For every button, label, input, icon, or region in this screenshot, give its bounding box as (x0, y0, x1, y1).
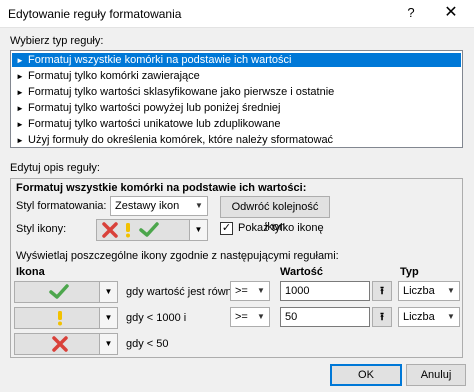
rule-type-item[interactable]: ► Formatuj tylko wartości powyżej lub pon… (12, 101, 461, 115)
chevron-down-icon: ▼ (99, 308, 117, 328)
ok-button[interactable]: OK (330, 364, 402, 386)
value-input-row-1[interactable]: 1000 (280, 281, 370, 301)
chevron-down-icon: ▼ (442, 308, 459, 326)
chevron-down-icon: ▼ (252, 282, 269, 300)
format-style-label: Styl formatowania: (16, 200, 107, 212)
rule-type-item[interactable]: ► Formatuj wszystkie komórki na podstawie… (12, 53, 461, 67)
show-icon-only-label: Pokaż tylko ikonę (238, 222, 324, 234)
rule-desc-label: Edytuj opis reguły: (10, 162, 100, 174)
rule-type-item[interactable]: ► Formatuj tylko wartości unikatowe lub z… (12, 117, 461, 131)
rule-heading: Formatuj wszystkie komórki na podstawie … (16, 182, 307, 194)
triangle-right-icon: ► (16, 136, 24, 145)
icon-select-row-1[interactable]: ▼ (14, 281, 118, 303)
chevron-down-icon: ▼ (190, 197, 207, 215)
triangle-right-icon: ► (16, 56, 24, 65)
format-style-value: Zestawy ikon (115, 200, 180, 212)
triangle-right-icon: ► (16, 104, 24, 113)
rules-caption: Wyświetlaj poszczególne ikony zgodnie z … (16, 250, 339, 262)
window-title: Edytowanie reguły formatowania (8, 7, 182, 21)
condition-row-1: gdy wartość jest równa (126, 286, 238, 298)
chevron-down-icon: ▼ (99, 282, 117, 302)
type-select-row-1[interactable]: Liczba ▼ (398, 281, 460, 301)
show-icon-only-checkbox[interactable]: ✓ (220, 222, 233, 235)
value-text: 50 (285, 311, 298, 323)
rule-type-item[interactable]: ► Formatuj tylko komórki zawierające (12, 69, 461, 83)
type-select-row-2[interactable]: Liczba ▼ (398, 307, 460, 327)
type-value: Liczba (403, 311, 435, 323)
icon-select-row-2[interactable]: ▼ (14, 307, 118, 329)
condition-row-2: gdy < 1000 i (126, 312, 187, 324)
title-bar: Edytowanie reguły formatowania ? ✕ (0, 0, 474, 28)
rule-type-item[interactable]: ► Użyj formuły do określenia komórek, któ… (12, 133, 461, 147)
triangle-right-icon: ► (16, 88, 24, 97)
operator-select-row-2[interactable]: >= ▼ (230, 307, 270, 327)
icon-style-select[interactable]: ▼ (96, 219, 208, 241)
close-button[interactable]: ✕ (436, 2, 466, 24)
format-style-select[interactable]: Zestawy ikon ▼ (110, 196, 208, 216)
icon-style-label: Styl ikony: (16, 223, 67, 235)
rule-type-label: Wybierz typ reguły: (10, 35, 104, 47)
green-check-icon (139, 222, 159, 237)
operator-select-row-1[interactable]: >= ▼ (230, 281, 270, 301)
yellow-exclamation-icon (58, 311, 62, 326)
operator-value: >= (235, 311, 248, 323)
triangle-right-icon: ► (16, 72, 24, 81)
rule-type-list[interactable]: ► Formatuj wszystkie komórki na podstawie… (10, 50, 463, 148)
red-cross-icon (52, 336, 68, 352)
range-ref-button-row-2[interactable]: ⭱ (372, 307, 392, 327)
red-cross-icon (102, 222, 118, 238)
col-icon-header: Ikona (16, 266, 45, 278)
type-value: Liczba (403, 285, 435, 297)
operator-value: >= (235, 285, 248, 297)
chevron-down-icon: ▼ (99, 334, 117, 354)
chevron-down-icon: ▼ (442, 282, 459, 300)
green-check-icon (49, 284, 69, 299)
cancel-button[interactable]: Anuluj (406, 364, 466, 386)
chevron-down-icon: ▼ (252, 308, 269, 326)
col-value-header: Wartość (280, 266, 323, 278)
condition-row-3: gdy < 50 (126, 338, 169, 350)
rule-type-item[interactable]: ► Formatuj tylko wartości sklasyfikowane … (12, 85, 461, 99)
col-type-header: Typ (400, 266, 419, 278)
icon-select-row-3[interactable]: ▼ (14, 333, 118, 355)
range-ref-button-row-1[interactable]: ⭱ (372, 281, 392, 301)
triangle-right-icon: ► (16, 120, 24, 129)
value-input-row-2[interactable]: 50 (280, 307, 370, 327)
yellow-exclamation-icon (126, 223, 130, 238)
reverse-icons-button[interactable]: Odwróć kolejność ikon (220, 196, 330, 233)
chevron-down-icon: ▼ (189, 220, 207, 240)
help-button[interactable]: ? (400, 5, 422, 23)
value-text: 1000 (285, 285, 310, 297)
